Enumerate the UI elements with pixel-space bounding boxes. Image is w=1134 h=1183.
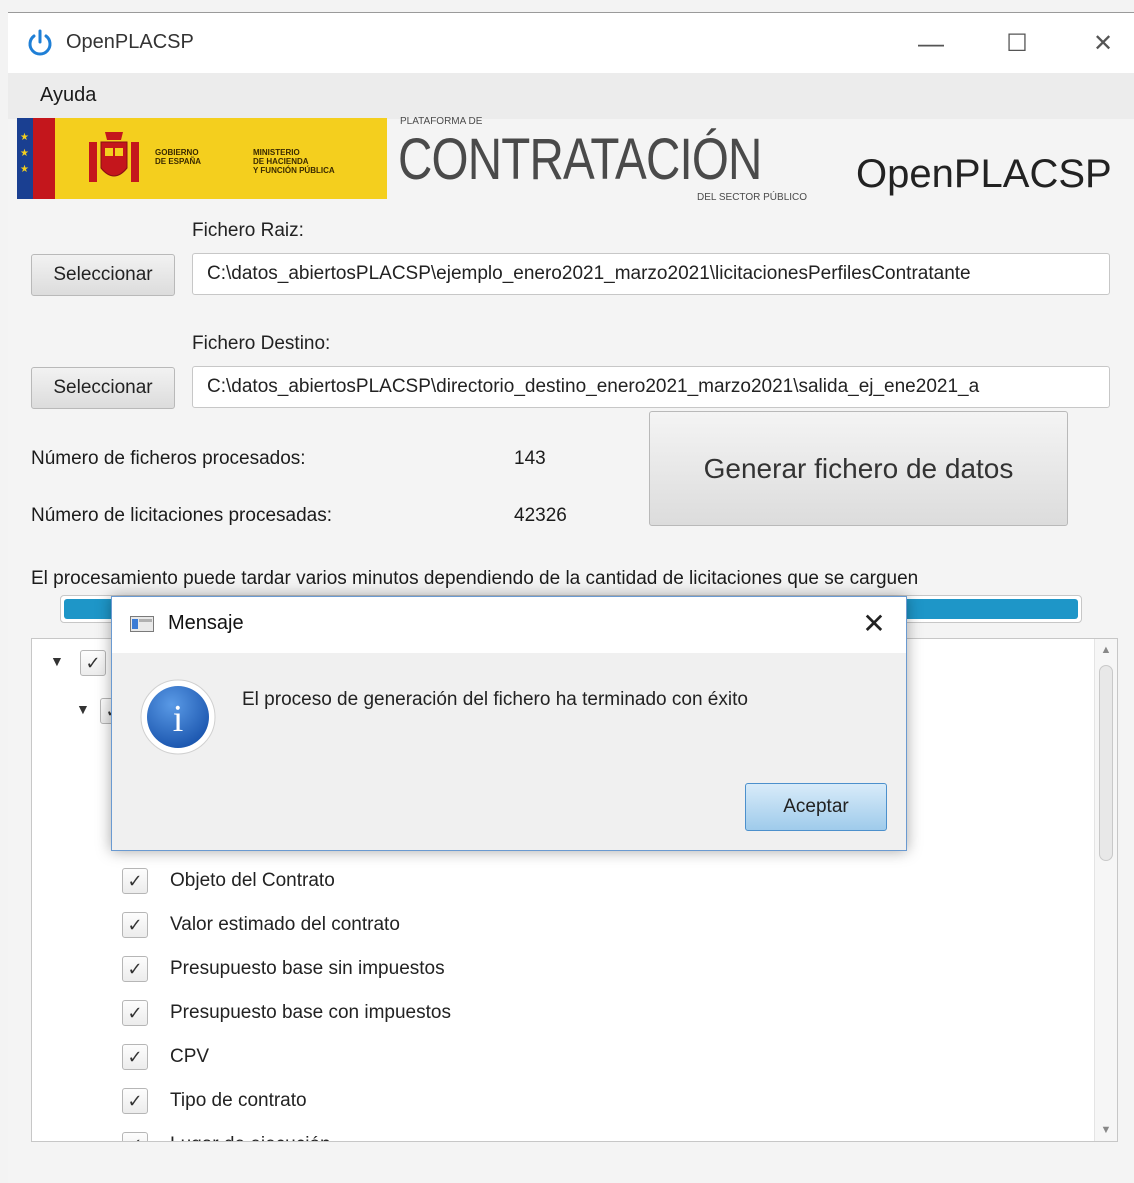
files-processed-label: Número de ficheros procesados:: [31, 448, 306, 469]
tenders-processed-value: 42326: [514, 505, 567, 526]
info-glyph: i: [173, 698, 184, 740]
dialog-close-button[interactable]: ✕: [856, 605, 892, 641]
tree-item-row[interactable]: ✓ Objeto del Contrato: [122, 863, 335, 899]
platform-sub-text: DEL SECTOR PÚBLICO: [697, 192, 808, 203]
tree-item-row[interactable]: ✓ CPV: [122, 1039, 209, 1075]
info-icon: i: [140, 679, 216, 755]
tree-item-row[interactable]: ✓ Presupuesto base sin impuestos: [122, 951, 445, 987]
coat-of-arms-icon: [89, 132, 139, 182]
eu-spain-flag: ★ ★ ★: [17, 118, 55, 199]
tenders-processed-label: Número de licitaciones procesadas:: [31, 505, 332, 526]
tree-item-label: Tipo de contrato: [170, 1090, 307, 1111]
window-icon: [130, 616, 154, 632]
scroll-thumb[interactable]: [1099, 665, 1113, 861]
expand-root-icon[interactable]: ▼: [50, 653, 64, 669]
tree-item-row[interactable]: ✓ Valor estimado del contrato: [122, 907, 400, 943]
dest-path-field[interactable]: C:\datos_abiertosPLACSP\directorio_desti…: [192, 366, 1110, 408]
tree-root-row[interactable]: ✓: [80, 645, 106, 681]
tree-item-label: Lugar de ejecución: [170, 1134, 331, 1141]
generate-data-button[interactable]: Generar fichero de datos: [649, 411, 1068, 526]
dialog-title-bar: Mensaje ✕: [112, 597, 906, 653]
maximize-button[interactable]: ☐: [994, 23, 1040, 63]
tree-item-label: Presupuesto base sin impuestos: [170, 958, 445, 979]
root-path-field[interactable]: C:\datos_abiertosPLACSP\ejemplo_enero202…: [192, 253, 1110, 295]
dest-file-label: Fichero Destino:: [192, 333, 331, 354]
tree-item-checkbox[interactable]: ✓: [122, 1132, 148, 1141]
app-name-heading: OpenPLACSP: [856, 152, 1112, 196]
ministerio-text: MINISTERIO DE HACIENDA Y FUNCIÓN PÚBLICA: [253, 148, 335, 175]
gobierno-text: GOBIERNO DE ESPAÑA: [155, 148, 202, 166]
close-button[interactable]: ✕: [1080, 23, 1126, 63]
menu-bar: Ayuda: [8, 73, 1134, 119]
select-root-button[interactable]: Seleccionar: [31, 254, 175, 296]
window-title: OpenPLACSP: [66, 31, 194, 53]
tree-item-label: Valor estimado del contrato: [170, 914, 400, 935]
tree-item-checkbox[interactable]: ✓: [122, 868, 148, 894]
tree-item-checkbox[interactable]: ✓: [122, 1000, 148, 1026]
minimize-button[interactable]: —: [908, 23, 954, 63]
tree-scrollbar[interactable]: ▲ ▼: [1094, 639, 1117, 1141]
tree-item-label: CPV: [170, 1046, 210, 1067]
tree-item-row[interactable]: ✓ Presupuesto base con impuestos: [122, 995, 451, 1031]
platform-logo-text: CONTRATACIÓN: [398, 127, 762, 192]
scroll-up-icon[interactable]: ▲: [1095, 639, 1117, 661]
processing-info-text: El procesamiento puede tardar varios min…: [31, 568, 919, 589]
root-file-label: Fichero Raiz:: [192, 220, 304, 241]
select-dest-button[interactable]: Seleccionar: [31, 367, 175, 409]
dialog-body: i El proceso de generación del fichero h…: [112, 653, 906, 850]
accept-button[interactable]: Aceptar: [745, 783, 887, 831]
tree-item-row[interactable]: ✓ Lugar de ejecución: [122, 1127, 331, 1141]
menu-ayuda[interactable]: Ayuda: [40, 84, 96, 107]
tree-item-label: Objeto del Contrato: [170, 870, 335, 891]
power-icon: [28, 29, 52, 56]
title-bar: OpenPLACSP — ☐ ✕: [8, 13, 1134, 73]
tree-item-checkbox[interactable]: ✓: [122, 1044, 148, 1070]
tree-item-label: Presupuesto base con impuestos: [170, 1002, 451, 1023]
tree-item-checkbox[interactable]: ✓: [122, 956, 148, 982]
gobierno-espana-logo: ★ ★ ★ GOBIERNO DE ESPAÑA MINISTERIO DE H…: [17, 118, 387, 199]
files-processed-value: 143: [514, 448, 546, 469]
dialog-message: El proceso de generación del fichero ha …: [242, 689, 748, 710]
dialog-title: Mensaje: [168, 612, 244, 634]
message-dialog: Mensaje ✕ i El proceso de generación del…: [111, 596, 907, 851]
tree-root-checkbox[interactable]: ✓: [80, 650, 106, 676]
tree-item-checkbox[interactable]: ✓: [122, 912, 148, 938]
tree-item-checkbox[interactable]: ✓: [122, 1088, 148, 1114]
scroll-down-icon[interactable]: ▼: [1095, 1119, 1117, 1141]
tree-item-row[interactable]: ✓ Tipo de contrato: [122, 1083, 307, 1119]
expand-child-icon[interactable]: ▼: [76, 701, 90, 717]
